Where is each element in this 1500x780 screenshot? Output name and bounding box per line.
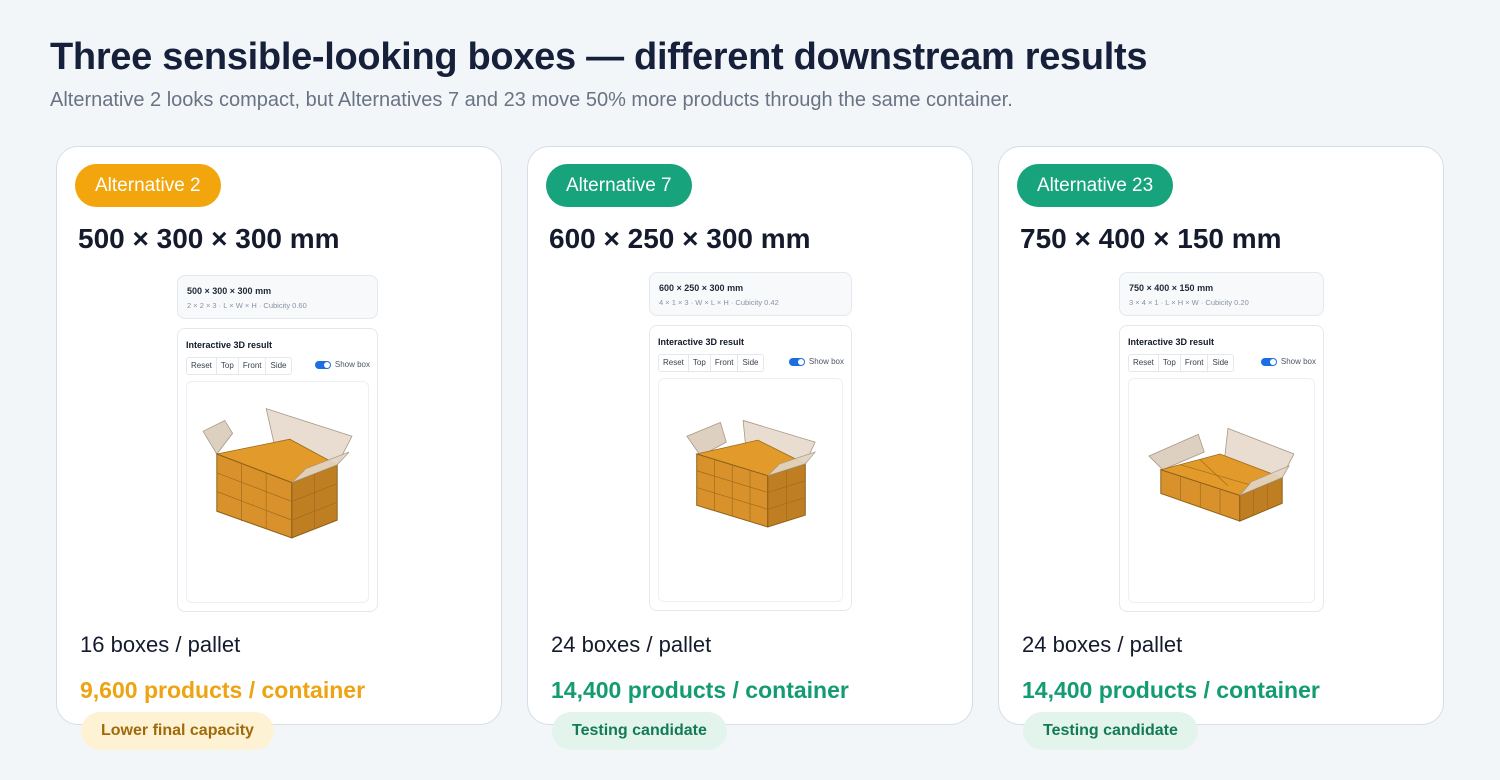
result-title: Interactive 3D result — [186, 340, 273, 350]
front-view-button[interactable]: Front — [711, 355, 739, 371]
mini-caption: 4 × 1 × 3 · W × L × H · Cubicity 0.42 — [659, 298, 779, 307]
toggle-label: Show box — [808, 357, 844, 366]
view-controls: Reset Top Front Side — [1128, 354, 1234, 372]
view-controls: Reset Top Front Side — [186, 357, 292, 375]
result-panel: Interactive 3D result Reset Top Front Si… — [649, 325, 852, 611]
mini-title: 600 × 250 × 300 mm — [659, 283, 744, 293]
status-tag: Testing candidate — [552, 712, 727, 750]
result-title: Interactive 3D result — [1128, 337, 1215, 347]
mini-caption: 2 × 2 × 3 · L × W × H · Cubicity 0.60 — [187, 301, 307, 310]
status-tag: Lower final capacity — [81, 712, 274, 750]
page-title: Three sensible-looking boxes — different… — [50, 36, 1148, 78]
show-box-toggle[interactable]: Show box — [314, 360, 370, 369]
alternative-card: Alternative 7 600 × 250 × 300 mm 600 × 2… — [527, 146, 973, 750]
alternative-badge: Alternative 2 — [75, 164, 221, 207]
result-screenshot: 750 × 400 × 150 mm 3 × 4 × 1 · L × H × W… — [1119, 272, 1324, 612]
mini-header: 750 × 400 × 150 mm 3 × 4 × 1 · L × H × W… — [1119, 272, 1324, 316]
front-view-button[interactable]: Front — [239, 358, 267, 374]
alternative-card: Alternative 2 500 × 300 × 300 mm 500 × 3… — [56, 146, 502, 750]
alternative-badge: Alternative 23 — [1017, 164, 1174, 207]
result-panel: Interactive 3D result Reset Top Front Si… — [1119, 325, 1324, 612]
box-3d-render — [202, 408, 353, 539]
box-dimensions: 600 × 250 × 300 mm — [549, 223, 811, 254]
toggle-switch[interactable] — [314, 360, 331, 369]
result-panel: Interactive 3D result Reset Top Front Si… — [177, 328, 378, 612]
show-box-toggle[interactable]: Show box — [1260, 357, 1316, 366]
top-view-button[interactable]: Top — [1159, 355, 1181, 371]
view-controls: Reset Top Front Side — [658, 354, 764, 372]
products-per-container: 14,400 products / container — [551, 677, 849, 703]
toggle-label: Show box — [1280, 357, 1316, 366]
mini-header: 600 × 250 × 300 mm 4 × 1 × 3 · W × L × H… — [649, 272, 852, 316]
reset-button[interactable]: Reset — [1129, 355, 1159, 371]
products-per-container: 14,400 products / container — [1022, 677, 1320, 703]
boxes-per-pallet: 24 boxes / pallet — [1022, 632, 1183, 657]
side-view-button[interactable]: Side — [266, 358, 290, 374]
products-per-container: 9,600 products / container — [80, 677, 366, 703]
front-view-button[interactable]: Front — [1181, 355, 1209, 371]
toggle-label: Show box — [334, 360, 370, 369]
mini-caption: 3 × 4 × 1 · L × H × W · Cubicity 0.20 — [1129, 298, 1249, 307]
side-view-button[interactable]: Side — [738, 355, 762, 371]
show-box-toggle[interactable]: Show box — [788, 357, 844, 366]
mini-title: 500 × 300 × 300 mm — [187, 286, 272, 296]
3d-viewport[interactable] — [1128, 378, 1315, 603]
result-screenshot: 600 × 250 × 300 mm 4 × 1 × 3 · W × L × H… — [649, 272, 852, 611]
boxes-per-pallet: 24 boxes / pallet — [551, 632, 712, 657]
side-view-button[interactable]: Side — [1208, 355, 1232, 371]
alternative-card: Alternative 23 750 × 400 × 150 mm 750 × … — [998, 146, 1444, 750]
box-dimensions: 500 × 300 × 300 mm — [78, 223, 340, 254]
reset-button[interactable]: Reset — [187, 358, 217, 374]
top-view-button[interactable]: Top — [217, 358, 239, 374]
top-view-button[interactable]: Top — [689, 355, 711, 371]
box-3d-render — [686, 419, 817, 528]
result-screenshot: 500 × 300 × 300 mm 2 × 2 × 3 · L × W × H… — [177, 275, 378, 612]
alternative-badge: Alternative 7 — [546, 164, 692, 207]
page-subtitle: Alternative 2 looks compact, but Alterna… — [50, 89, 1013, 111]
result-title: Interactive 3D result — [658, 337, 745, 347]
reset-button[interactable]: Reset — [659, 355, 689, 371]
mini-title: 750 × 400 × 150 mm — [1129, 283, 1214, 293]
toggle-switch[interactable] — [788, 357, 805, 366]
box-dimensions: 750 × 400 × 150 mm — [1020, 223, 1282, 254]
toggle-switch[interactable] — [1260, 357, 1277, 366]
box-3d-render — [1148, 427, 1295, 522]
status-tag: Testing candidate — [1023, 712, 1198, 750]
mini-header: 500 × 300 × 300 mm 2 × 2 × 3 · L × W × H… — [177, 275, 378, 319]
3d-viewport[interactable] — [658, 378, 843, 602]
boxes-per-pallet: 16 boxes / pallet — [80, 632, 241, 657]
3d-viewport[interactable] — [186, 381, 369, 603]
